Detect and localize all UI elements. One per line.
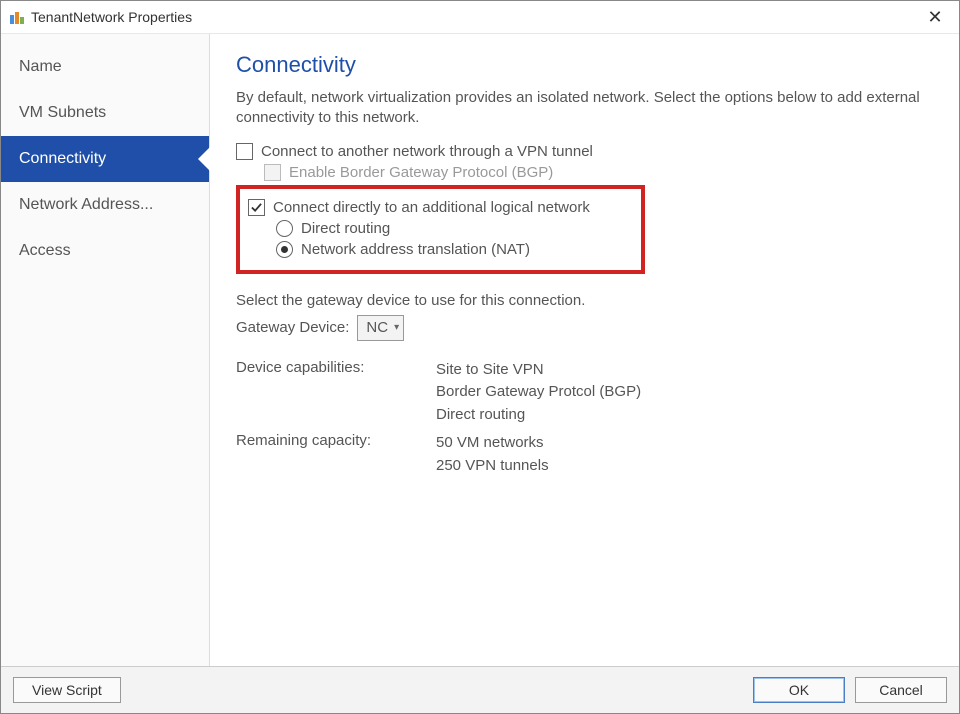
vpn-tunnel-label: Connect to another network through a VPN…	[261, 143, 593, 160]
sidebar-item-vm-subnets[interactable]: VM Subnets	[1, 90, 209, 136]
gateway-device-value: NC	[366, 319, 388, 336]
close-icon[interactable]: ✕	[915, 3, 955, 31]
gateway-device-label: Gateway Device:	[236, 319, 349, 336]
sidebar-item-access[interactable]: Access	[1, 228, 209, 274]
nat-label: Network address translation (NAT)	[301, 241, 530, 258]
capacity-line: 50 VM networks	[436, 432, 933, 455]
page-heading: Connectivity	[236, 52, 933, 78]
nat-radio[interactable]	[276, 241, 293, 258]
connect-direct-checkbox[interactable]	[248, 199, 265, 216]
gateway-device-row: Gateway Device: NC ▾	[236, 315, 933, 341]
vpn-tunnel-option[interactable]: Connect to another network through a VPN…	[236, 143, 933, 160]
sidebar-item-network-address[interactable]: Network Address...	[1, 182, 209, 228]
window-title: TenantNetwork Properties	[31, 9, 915, 25]
gateway-device-select[interactable]: NC ▾	[357, 315, 404, 341]
sidebar-item-label: Access	[19, 242, 71, 259]
bgp-label: Enable Border Gateway Protocol (BGP)	[289, 164, 553, 181]
highlighted-connect-direct-group: Connect directly to an additional logica…	[236, 185, 645, 274]
device-capabilities-row: Device capabilities: Site to Site VPN Bo…	[236, 359, 933, 427]
view-script-button[interactable]: View Script	[13, 677, 121, 703]
dialog-footer: View Script OK Cancel	[1, 666, 959, 713]
direct-routing-radio[interactable]	[276, 220, 293, 237]
connect-direct-label: Connect directly to an additional logica…	[273, 199, 590, 216]
sidebar-item-label: Network Address...	[19, 196, 153, 213]
cancel-button[interactable]: Cancel	[855, 677, 947, 703]
ok-button[interactable]: OK	[753, 677, 845, 703]
device-capabilities-label: Device capabilities:	[236, 359, 436, 427]
capability-line: Site to Site VPN	[436, 359, 933, 382]
direct-routing-label: Direct routing	[301, 220, 390, 237]
content-pane: Connectivity By default, network virtual…	[210, 34, 959, 666]
sidebar-item-label: VM Subnets	[19, 104, 106, 121]
sidebar-item-label: Name	[19, 58, 62, 75]
vpn-tunnel-checkbox[interactable]	[236, 143, 253, 160]
remaining-capacity-value: 50 VM networks 250 VPN tunnels	[436, 432, 933, 477]
gateway-instruction: Select the gateway device to use for thi…	[236, 292, 933, 309]
remaining-capacity-row: Remaining capacity: 50 VM networks 250 V…	[236, 432, 933, 477]
bgp-checkbox	[264, 164, 281, 181]
chevron-down-icon: ▾	[394, 322, 399, 333]
remaining-capacity-label: Remaining capacity:	[236, 432, 436, 477]
direct-routing-option[interactable]: Direct routing	[276, 220, 633, 237]
sidebar-item-connectivity[interactable]: Connectivity	[1, 136, 209, 182]
device-capabilities-value: Site to Site VPN Border Gateway Protcol …	[436, 359, 933, 427]
capacity-line: 250 VPN tunnels	[436, 455, 933, 478]
app-icon	[9, 9, 25, 25]
nat-option[interactable]: Network address translation (NAT)	[276, 241, 633, 258]
capability-line: Direct routing	[436, 404, 933, 427]
dialog-body: Name VM Subnets Connectivity Network Add…	[1, 34, 959, 666]
titlebar: TenantNetwork Properties ✕	[1, 1, 959, 34]
connect-direct-option[interactable]: Connect directly to an additional logica…	[248, 199, 633, 216]
bgp-option: Enable Border Gateway Protocol (BGP)	[264, 164, 933, 181]
properties-dialog: TenantNetwork Properties ✕ Name VM Subne…	[0, 0, 960, 714]
sidebar-item-label: Connectivity	[19, 150, 106, 167]
intro-text: By default, network virtualization provi…	[236, 88, 933, 129]
sidebar-item-name[interactable]: Name	[1, 44, 209, 90]
sidebar: Name VM Subnets Connectivity Network Add…	[1, 34, 210, 666]
capability-line: Border Gateway Protcol (BGP)	[436, 381, 933, 404]
